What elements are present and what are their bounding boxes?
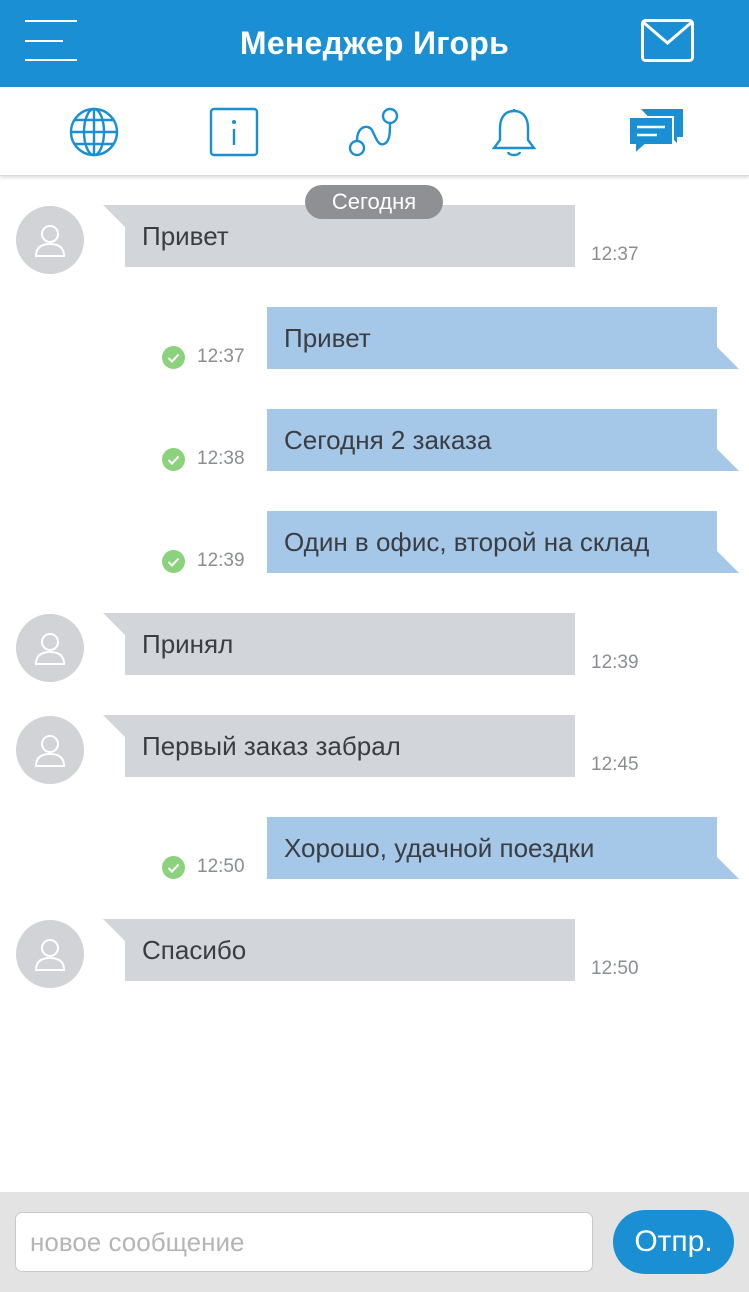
tab-chat[interactable] [606, 87, 706, 176]
message-bubble-outgoing[interactable]: Сегодня 2 заказа [267, 409, 739, 471]
envelope-icon [641, 19, 694, 62]
message-bubble-outgoing[interactable]: Привет [267, 307, 739, 369]
read-check-icon [162, 856, 185, 879]
message-time: 12:45 [591, 754, 639, 775]
user-icon [34, 225, 66, 257]
tab-route[interactable] [324, 87, 424, 176]
read-check-icon [162, 448, 185, 471]
bell-icon [491, 108, 537, 156]
menu-button[interactable] [25, 20, 77, 62]
message-time: 12:37 [197, 346, 245, 367]
tab-info[interactable] [184, 87, 284, 176]
read-check-icon [162, 346, 185, 369]
message-time: 12:39 [591, 652, 639, 673]
globe-icon [69, 107, 119, 156]
hamburger-menu-icon [25, 20, 77, 61]
info-icon [209, 107, 259, 156]
page-title: Менеджер Игорь [239, 25, 510, 61]
avatar[interactable] [16, 614, 84, 682]
user-icon [34, 735, 66, 767]
message-time: 12:37 [591, 244, 639, 265]
user-icon [34, 939, 66, 971]
message-input[interactable] [15, 1212, 593, 1272]
user-icon [34, 633, 66, 665]
avatar[interactable] [16, 920, 84, 988]
chat-screen: Менеджер Игорь Сегодня Привет 12:37 12:3… [0, 0, 749, 1292]
message-bubble-incoming[interactable]: Спасибо [103, 919, 575, 981]
message-bubble-incoming[interactable]: Принял [103, 613, 575, 675]
message-list: Сегодня Привет 12:37 12:37 Привет 12:38 … [0, 176, 749, 1192]
message-bubble-outgoing[interactable]: Один в офис, второй на склад [267, 511, 739, 573]
tab-bar [0, 87, 749, 176]
message-time: 12:50 [591, 958, 639, 979]
route-icon [348, 107, 399, 156]
message-time: 12:38 [197, 448, 245, 469]
tab-notifications[interactable] [464, 87, 564, 176]
date-separator: Сегодня [305, 185, 443, 219]
message-time: 12:50 [197, 856, 245, 877]
message-composer: Отпр. [0, 1192, 749, 1292]
chat-bubbles-icon [628, 108, 683, 156]
read-check-icon [162, 550, 185, 573]
mail-button[interactable] [641, 19, 694, 62]
send-button[interactable]: Отпр. [613, 1210, 734, 1274]
avatar[interactable] [16, 716, 84, 784]
message-bubble-outgoing[interactable]: Хорошо, удачной поездки [267, 817, 739, 879]
app-header: Менеджер Игорь [0, 0, 749, 87]
avatar[interactable] [16, 206, 84, 274]
tab-globe[interactable] [44, 87, 144, 176]
message-bubble-incoming[interactable]: Первый заказ забрал [103, 715, 575, 777]
message-time: 12:39 [197, 550, 245, 571]
